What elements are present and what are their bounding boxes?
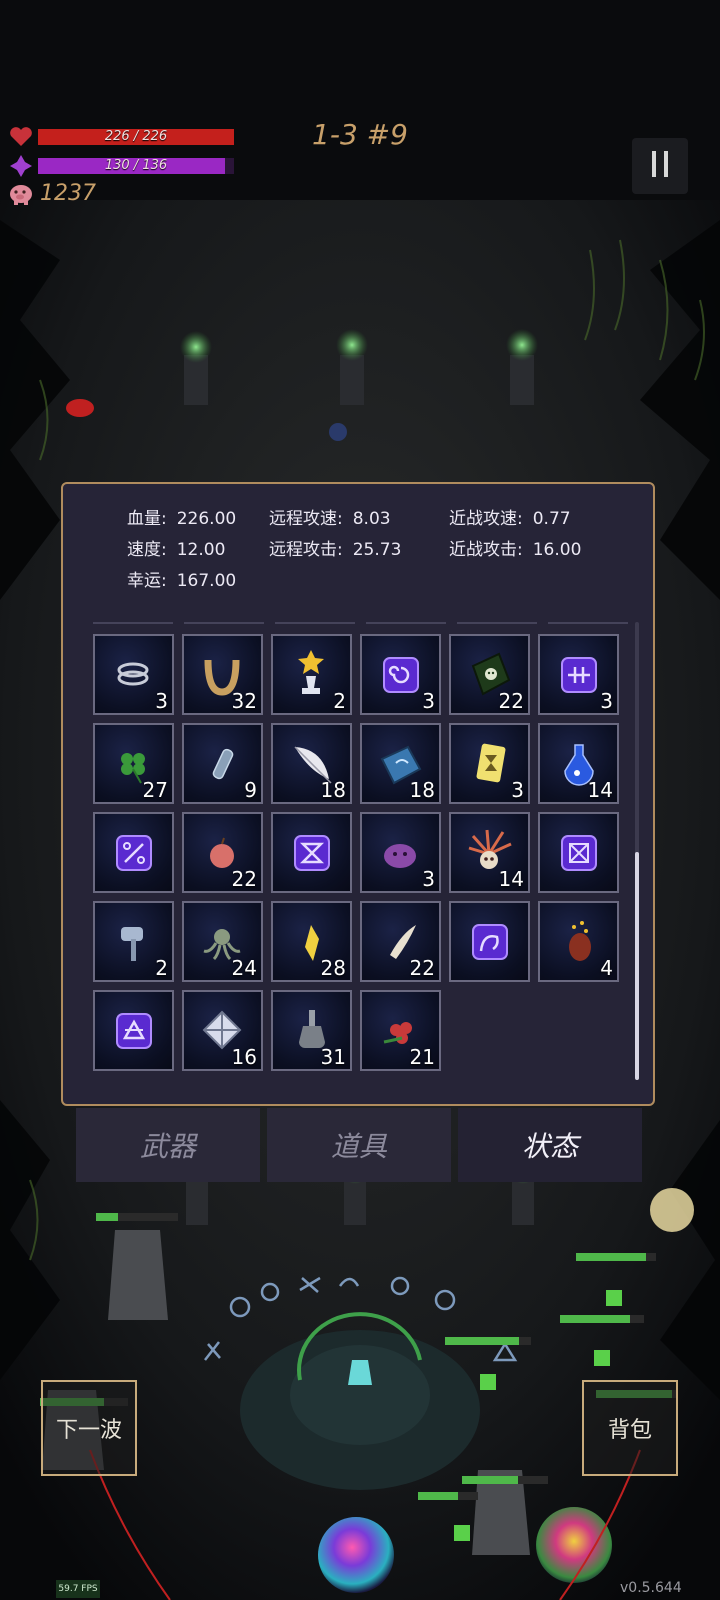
next-wave-button[interactable]: 下一波 bbox=[41, 1380, 137, 1476]
scrollbar-thumb[interactable] bbox=[635, 852, 639, 1080]
piggy-bank-icon bbox=[8, 180, 34, 206]
inventory-slot[interactable]: 3 bbox=[360, 812, 441, 893]
item-count: 3 bbox=[422, 689, 435, 713]
diamond-icon bbox=[8, 153, 34, 179]
item-count: 22 bbox=[409, 956, 435, 980]
inventory-slot[interactable]: 2 bbox=[93, 901, 174, 982]
item-count: 3 bbox=[511, 778, 524, 802]
inventory-slot[interactable]: 22 bbox=[360, 901, 441, 982]
inventory-slot[interactable]: 3 bbox=[538, 634, 619, 715]
item-count: 2 bbox=[333, 689, 346, 713]
hp-text: 226 / 226 bbox=[104, 129, 168, 144]
stat-melee-speed: 近战攻速: 0.77 bbox=[449, 509, 571, 529]
stat-speed: 速度: 12.00 bbox=[127, 540, 226, 560]
item-count: 21 bbox=[409, 1045, 435, 1069]
item-count: 3 bbox=[155, 689, 168, 713]
stage-indicator: 1-3 #9 bbox=[312, 118, 408, 151]
inventory-slot[interactable]: 27 bbox=[93, 723, 174, 804]
inventory-slot[interactable]: 16 bbox=[182, 990, 263, 1071]
item-count: 27 bbox=[142, 778, 168, 802]
tab-items[interactable]: 道具 bbox=[267, 1108, 451, 1182]
inventory-slot[interactable]: 14 bbox=[449, 812, 530, 893]
fps-counter: 59.7 FPS bbox=[56, 1580, 100, 1598]
stat-melee-attack: 近战攻击: 16.00 bbox=[449, 540, 582, 560]
inventory-slot[interactable]: 28 bbox=[271, 901, 352, 982]
inventory-slot[interactable]: 18 bbox=[360, 723, 441, 804]
stat-ranged-speed: 远程攻速: 8.03 bbox=[269, 509, 391, 529]
pause-icon bbox=[648, 151, 672, 181]
item-count: 14 bbox=[498, 867, 524, 891]
mp-bar: 130 / 136 bbox=[38, 158, 234, 174]
inventory-slot[interactable] bbox=[538, 812, 619, 893]
item-count: 2 bbox=[155, 956, 168, 980]
inventory-slot[interactable]: 24 bbox=[182, 901, 263, 982]
inventory-slot[interactable]: 9 bbox=[182, 723, 263, 804]
mp-text: 130 / 136 bbox=[104, 158, 168, 173]
item-count: 31 bbox=[320, 1045, 346, 1069]
hp-row: 226 / 226 bbox=[8, 124, 234, 150]
item-count: 14 bbox=[587, 778, 613, 802]
inventory-slot[interactable]: 21 bbox=[360, 990, 441, 1071]
inventory-slot[interactable]: 3 bbox=[93, 634, 174, 715]
status-panel: 血量: 226.00 远程攻速: 8.03 近战攻速: 0.77 速度: 12.00 远… bbox=[61, 482, 655, 1106]
inventory-slot[interactable]: 14 bbox=[538, 723, 619, 804]
inventory-slot[interactable]: 32 bbox=[182, 634, 263, 715]
grid-top-divider bbox=[93, 622, 629, 624]
inventory-slot[interactable]: 3 bbox=[449, 723, 530, 804]
stat-hp: 血量: 226.00 bbox=[127, 509, 237, 529]
inventory-slot[interactable]: 31 bbox=[271, 990, 352, 1071]
stat-ranged-attack: 远程攻击: 25.73 bbox=[269, 540, 402, 560]
item-count: 18 bbox=[409, 778, 435, 802]
item-count: 24 bbox=[231, 956, 257, 980]
item-count: 3 bbox=[600, 689, 613, 713]
item-count: 16 bbox=[231, 1045, 257, 1069]
item-count: 22 bbox=[231, 867, 257, 891]
inventory-slot[interactable]: 22 bbox=[182, 812, 263, 893]
item-count: 28 bbox=[320, 956, 346, 980]
mp-row: 130 / 136 bbox=[8, 153, 234, 179]
tab-status[interactable]: 状态 bbox=[458, 1108, 642, 1182]
gold-row: 1237 bbox=[8, 180, 96, 206]
inventory-slot[interactable]: 2 bbox=[271, 634, 352, 715]
item-count: 18 bbox=[320, 778, 346, 802]
inventory-slot[interactable]: 18 bbox=[271, 723, 352, 804]
item-count: 3 bbox=[422, 867, 435, 891]
item-count: 9 bbox=[244, 778, 257, 802]
tab-weapons[interactable]: 武器 bbox=[76, 1108, 260, 1182]
inventory-slot[interactable] bbox=[271, 812, 352, 893]
inventory-slot[interactable] bbox=[93, 812, 174, 893]
heart-icon bbox=[8, 124, 34, 150]
inventory-slot[interactable]: 4 bbox=[538, 901, 619, 982]
pause-button[interactable] bbox=[632, 138, 688, 194]
inventory-slot[interactable]: 22 bbox=[449, 634, 530, 715]
inventory-slot[interactable] bbox=[93, 990, 174, 1071]
item-count: 4 bbox=[600, 956, 613, 980]
inventory-scrollbar[interactable] bbox=[635, 622, 639, 1080]
backpack-button[interactable]: 背包 bbox=[582, 1380, 678, 1476]
hp-bar: 226 / 226 bbox=[38, 129, 234, 145]
item-count: 22 bbox=[498, 689, 524, 713]
inventory-slot[interactable]: 3 bbox=[360, 634, 441, 715]
version-label: v0.5.644 bbox=[620, 1580, 682, 1596]
inventory-slot[interactable] bbox=[449, 901, 530, 982]
item-count: 32 bbox=[231, 689, 257, 713]
stat-luck: 幸运: 167.00 bbox=[127, 571, 237, 591]
gold-amount: 1237 bbox=[40, 180, 96, 206]
